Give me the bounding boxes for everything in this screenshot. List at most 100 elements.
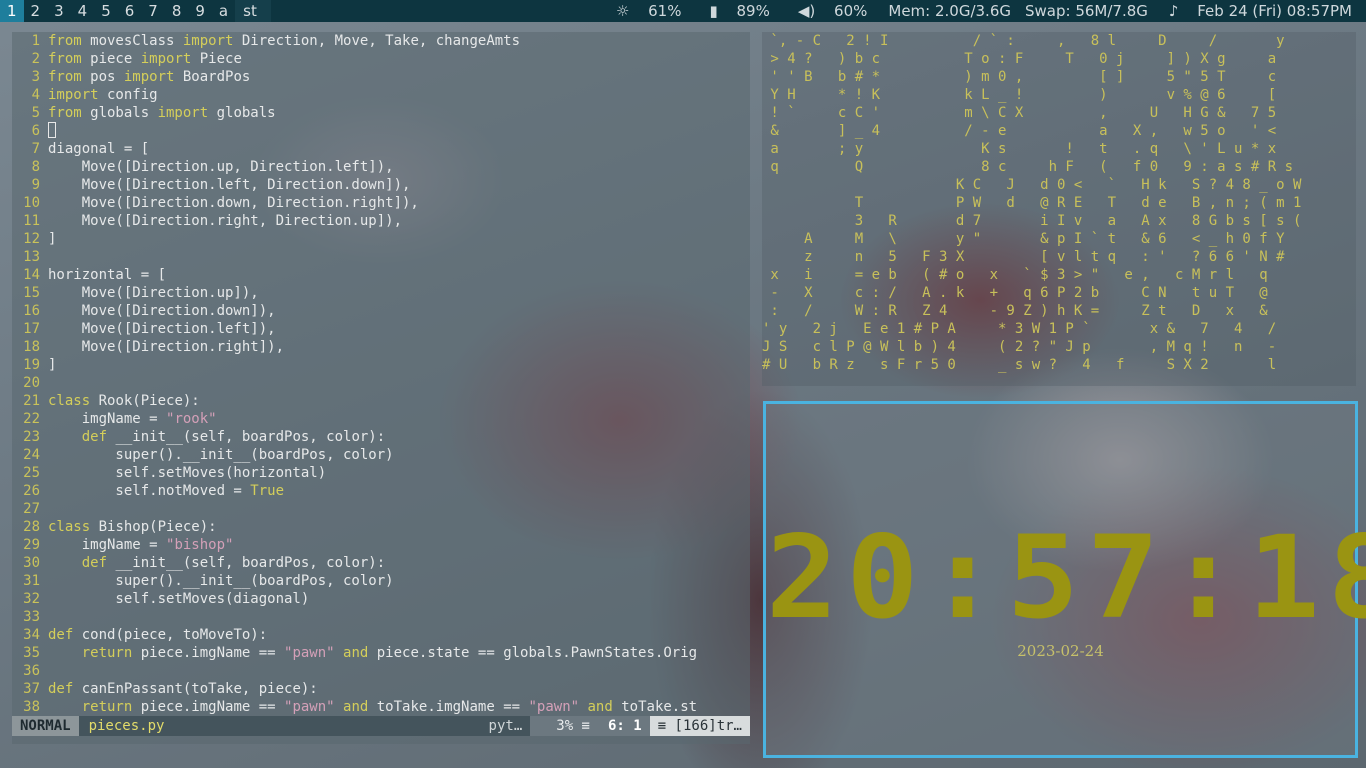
workspace-tag-8[interactable]: 8	[165, 0, 189, 22]
code-line[interactable]: 18 Move([Direction.right]),	[12, 338, 750, 356]
code-text[interactable]: def canEnPassant(toTake, piece):	[48, 680, 750, 698]
matrix-row: a ; y K s ! t . q \ ' L u * x	[762, 141, 1277, 157]
code-line[interactable]: 4 import config	[12, 86, 750, 104]
code-text[interactable]	[48, 500, 750, 518]
code-line[interactable]: 14 horizontal = [	[12, 266, 750, 284]
code-text[interactable]: Move([Direction.right]),	[48, 338, 750, 356]
code-line[interactable]: 21 class Rook(Piece):	[12, 392, 750, 410]
code-text[interactable]: ]	[48, 230, 750, 248]
code-text[interactable]: Move([Direction.down, Direction.right]),	[48, 194, 750, 212]
line-number: 11	[23, 213, 40, 229]
code-line[interactable]: 28 class Bishop(Piece):	[12, 518, 750, 536]
code-line[interactable]: 34 def cond(piece, toMoveTo):	[12, 626, 750, 644]
code-line[interactable]: 35 return piece.imgName == "pawn" and pi…	[12, 644, 750, 662]
code-line[interactable]: 33	[12, 608, 750, 626]
workspace-tag-3[interactable]: 3	[47, 0, 71, 22]
clock-time: 20:57:18	[766, 512, 1366, 645]
code-line[interactable]: 11 Move([Direction.right, Direction.up])…	[12, 212, 750, 230]
code-line[interactable]: 3 from pos import BoardPos	[12, 68, 750, 86]
line-number: 37	[23, 681, 40, 697]
code-line[interactable]: 13	[12, 248, 750, 266]
code-text[interactable]: horizontal = [	[48, 266, 750, 284]
code-text[interactable]: import config	[48, 86, 750, 104]
code-line[interactable]: 27	[12, 500, 750, 518]
code-text[interactable]: imgName = "rook"	[48, 410, 750, 428]
code-text[interactable]	[48, 122, 750, 140]
code-text[interactable]: from movesClass import Direction, Move, …	[48, 32, 750, 50]
clock-window[interactable]: 20:57:18 2023-02-24	[763, 401, 1366, 758]
code-line[interactable]: 19]	[12, 356, 750, 374]
workspace-tag-1[interactable]: 1	[0, 0, 24, 22]
code-text[interactable]: imgName = "bishop"	[48, 536, 750, 554]
matrix-row: Y H * ! K k L _ ! ) v % @ 6 [	[762, 87, 1277, 103]
workspace-tag-4[interactable]: 4	[71, 0, 95, 22]
code-text[interactable]: from piece import Piece	[48, 50, 750, 68]
code-line[interactable]: 30 def __init__(self, boardPos, color):	[12, 554, 750, 572]
code-text[interactable]: class Rook(Piece):	[48, 392, 750, 410]
code-text[interactable]: Move([Direction.left]),	[48, 320, 750, 338]
code-line[interactable]: 9 Move([Direction.left, Direction.down])…	[12, 176, 750, 194]
code-line[interactable]: 32 self.setMoves(diagonal)	[12, 590, 750, 608]
workspace-tag-9[interactable]: 9	[188, 0, 212, 22]
line-number: 12	[23, 231, 40, 247]
code-text[interactable]: super().__init__(boardPos, color)	[48, 572, 750, 590]
cmatrix-window[interactable]: `, - C 2 ! I / ` : , 8 l D / y > 4 ? ) b…	[762, 32, 1356, 386]
code-text[interactable]	[48, 374, 750, 392]
workspace-tag-a[interactable]: a	[212, 0, 235, 22]
code-text[interactable]: from pos import BoardPos	[48, 68, 750, 86]
code-text[interactable]: class Bishop(Piece):	[48, 518, 750, 536]
code-line[interactable]: 24 super().__init__(boardPos, color)	[12, 446, 750, 464]
code-line[interactable]: 31 super().__init__(boardPos, color)	[12, 572, 750, 590]
code-line[interactable]: 36	[12, 662, 750, 680]
code-text[interactable]: Move([Direction.up]),	[48, 284, 750, 302]
workspace-tag-7[interactable]: 7	[141, 0, 165, 22]
code-area[interactable]: 1 from movesClass import Direction, Move,…	[12, 32, 750, 716]
code-line[interactable]: 38 return piece.imgName == "pawn" and to…	[12, 698, 750, 716]
code-text[interactable]	[48, 608, 750, 626]
code-text[interactable]: self.setMoves(horizontal)	[48, 464, 750, 482]
code-text[interactable]: super().__init__(boardPos, color)	[48, 446, 750, 464]
code-text[interactable]: ]	[48, 356, 750, 374]
code-line[interactable]: 10 Move([Direction.down, Direction.right…	[12, 194, 750, 212]
code-text[interactable]: def __init__(self, boardPos, color):	[48, 554, 750, 572]
code-text[interactable]: Move([Direction.down]),	[48, 302, 750, 320]
code-text[interactable]: from globals import globals	[48, 104, 750, 122]
code-line[interactable]: 26 self.notMoved = True	[12, 482, 750, 500]
code-line[interactable]: 37 def canEnPassant(toTake, piece):	[12, 680, 750, 698]
code-text[interactable]: diagonal = [	[48, 140, 750, 158]
code-line[interactable]: 8 Move([Direction.up, Direction.left]),	[12, 158, 750, 176]
status-area: ☼ 61% ▮ 89% ◀) 60% Mem: 2.0G/3.6G Swap: …	[602, 0, 1366, 22]
code-line[interactable]: 25 self.setMoves(horizontal)	[12, 464, 750, 482]
code-text[interactable]	[48, 248, 750, 266]
code-line[interactable]: 23 def __init__(self, boardPos, color):	[12, 428, 750, 446]
code-line[interactable]: 7 diagonal = [	[12, 140, 750, 158]
line-number: 34	[23, 627, 40, 643]
code-line[interactable]: 6	[12, 122, 750, 140]
code-line[interactable]: 22 imgName = "rook"	[12, 410, 750, 428]
code-text[interactable]: Move([Direction.up, Direction.left]),	[48, 158, 750, 176]
matrix-row: K C J d 0 < ` H k S ? 4 8 _ o W	[762, 177, 1302, 193]
code-text[interactable]: def cond(piece, toMoveTo):	[48, 626, 750, 644]
code-line[interactable]: 2 from piece import Piece	[12, 50, 750, 68]
code-text[interactable]: def __init__(self, boardPos, color):	[48, 428, 750, 446]
line-number: 20	[23, 375, 40, 391]
code-line[interactable]: 29 imgName = "bishop"	[12, 536, 750, 554]
code-line[interactable]: 15 Move([Direction.up]),	[12, 284, 750, 302]
code-line[interactable]: 17 Move([Direction.left]),	[12, 320, 750, 338]
code-line[interactable]: 16 Move([Direction.down]),	[12, 302, 750, 320]
code-text[interactable]: Move([Direction.left, Direction.down]),	[48, 176, 750, 194]
code-line[interactable]: 20	[12, 374, 750, 392]
workspace-tag-6[interactable]: 6	[118, 0, 142, 22]
code-text[interactable]: self.notMoved = True	[48, 482, 750, 500]
code-text[interactable]: return piece.imgName == "pawn" and piece…	[48, 644, 750, 662]
workspace-tag-5[interactable]: 5	[94, 0, 118, 22]
code-line[interactable]: 5 from globals import globals	[12, 104, 750, 122]
code-text[interactable]: self.setMoves(diagonal)	[48, 590, 750, 608]
workspace-tag-2[interactable]: 2	[24, 0, 48, 22]
code-text[interactable]	[48, 662, 750, 680]
vim-editor-window[interactable]: 1 from movesClass import Direction, Move,…	[12, 32, 750, 744]
code-line[interactable]: 1 from movesClass import Direction, Move,…	[12, 32, 750, 50]
code-text[interactable]: return piece.imgName == "pawn" and toTak…	[48, 698, 750, 716]
code-text[interactable]: Move([Direction.right, Direction.up]),	[48, 212, 750, 230]
code-line[interactable]: 12]	[12, 230, 750, 248]
